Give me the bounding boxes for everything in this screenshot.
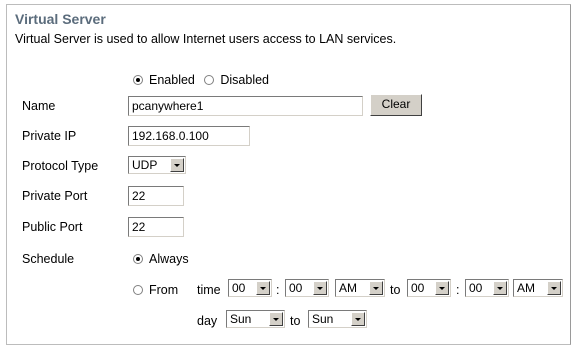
chevron-down-icon[interactable] <box>313 281 327 295</box>
schedule-label: Schedule <box>22 252 75 266</box>
status-radio-group: Enabled Disabled <box>133 73 269 87</box>
day-label: day <box>197 314 218 328</box>
protocol-type-label: Protocol Type <box>22 159 99 173</box>
time-colon: : <box>276 283 280 297</box>
to-minute-select[interactable]: 00 <box>465 279 509 297</box>
from-radio[interactable] <box>133 285 143 295</box>
clear-button[interactable]: Clear <box>370 94 422 116</box>
always-radio[interactable] <box>133 254 143 264</box>
day-to-label: to <box>290 314 301 328</box>
to-day-value: Sun <box>312 312 334 326</box>
chevron-down-icon[interactable] <box>269 312 283 326</box>
time-label: time <box>197 283 221 297</box>
chevron-down-icon[interactable] <box>351 312 365 326</box>
from-minute-value: 00 <box>289 281 303 295</box>
to-hour-value: 00 <box>411 281 425 295</box>
protocol-type-value: UDP <box>132 158 158 172</box>
to-ampm-value: AM <box>517 281 535 295</box>
section-title: Virtual Server <box>15 11 106 27</box>
time-colon-2: : <box>456 283 460 297</box>
public-port-input[interactable]: 22 <box>128 217 184 237</box>
enabled-radio[interactable] <box>133 75 143 85</box>
private-ip-label: Private IP <box>22 129 77 143</box>
from-hour-value: 00 <box>232 281 246 295</box>
chevron-down-icon[interactable] <box>547 281 561 295</box>
private-port-input[interactable]: 22 <box>128 186 184 206</box>
protocol-type-select[interactable]: UDP <box>128 156 186 174</box>
section-description: Virtual Server is used to allow Internet… <box>15 32 397 46</box>
name-label: Name <box>22 99 56 113</box>
to-hour-select[interactable]: 00 <box>407 279 451 297</box>
from-day-value: Sun <box>230 312 252 326</box>
chevron-down-icon[interactable] <box>435 281 449 295</box>
chevron-down-icon[interactable] <box>493 281 507 295</box>
to-label: to <box>390 283 401 297</box>
name-input[interactable]: pcanywhere1 <box>128 96 363 116</box>
from-day-select[interactable]: Sun <box>226 310 285 328</box>
from-ampm-select[interactable]: AM <box>335 279 385 297</box>
disabled-option[interactable]: Disabled <box>204 73 269 87</box>
from-minute-select[interactable]: 00 <box>285 279 329 297</box>
schedule-always-option[interactable]: Always <box>133 252 189 266</box>
chevron-down-icon[interactable] <box>369 281 383 295</box>
to-day-select[interactable]: Sun <box>308 310 367 328</box>
to-minute-value: 00 <box>469 281 483 295</box>
private-port-label: Private Port <box>22 189 88 203</box>
enabled-option[interactable]: Enabled <box>133 73 195 87</box>
public-port-label: Public Port <box>22 220 83 234</box>
from-ampm-value: AM <box>339 281 357 295</box>
to-ampm-select[interactable]: AM <box>513 279 563 297</box>
chevron-down-icon[interactable] <box>256 281 270 295</box>
disabled-radio[interactable] <box>204 75 215 85</box>
private-ip-input[interactable]: 192.168.0.100 <box>128 126 250 146</box>
from-hour-select[interactable]: 00 <box>228 279 272 297</box>
schedule-from-option[interactable]: From <box>133 283 178 297</box>
chevron-down-icon[interactable] <box>170 158 184 172</box>
